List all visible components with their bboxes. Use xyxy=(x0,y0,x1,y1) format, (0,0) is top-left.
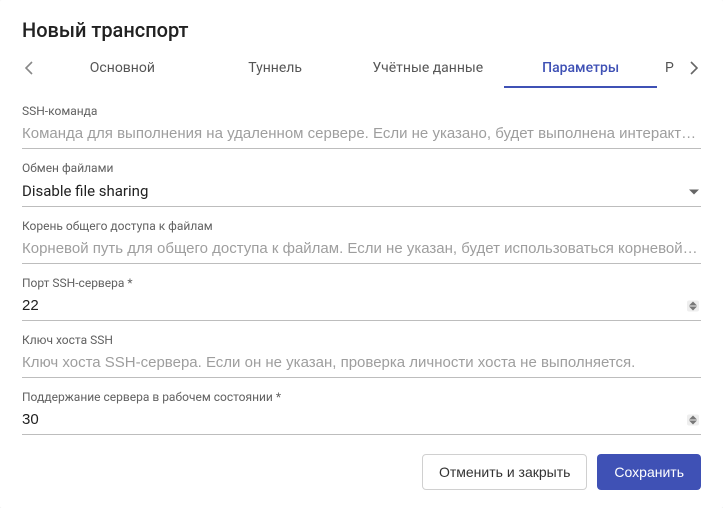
field-host-key: Ключ хоста SSH xyxy=(22,333,701,378)
input-wrap xyxy=(22,406,701,435)
field-keepalive: Поддержание сервера в рабочем состоянии … xyxy=(22,390,701,435)
label-ssh-command: SSH-команда xyxy=(22,104,701,118)
tabs-row: Основной Туннель Учётные данные Параметр… xyxy=(0,48,723,88)
input-wrap xyxy=(22,235,701,264)
form-content: SSH-команда Обмен файлами Disable file s… xyxy=(0,88,723,438)
tab-parameters[interactable]: Параметры xyxy=(504,48,657,88)
ssh-command-input[interactable] xyxy=(22,120,701,148)
file-sharing-select: Disable file sharing xyxy=(22,177,701,206)
field-ssh-command: SSH-команда xyxy=(22,104,701,149)
label-file-sharing: Обмен файлами xyxy=(22,161,701,175)
share-root-input[interactable] xyxy=(22,235,701,263)
tab-overflow[interactable]: Р xyxy=(657,48,677,88)
chevron-right-icon xyxy=(688,61,698,75)
tab-credentials[interactable]: Учётные данные xyxy=(352,48,505,88)
tabs-scroll-left[interactable] xyxy=(14,48,46,88)
label-keepalive: Поддержание сервера в рабочем состоянии … xyxy=(22,390,701,404)
label-share-root: Корень общего доступа к файлам xyxy=(22,219,701,233)
save-button[interactable]: Сохранить xyxy=(597,454,701,490)
dialog-footer: Отменить и закрыть Сохранить xyxy=(0,438,723,508)
label-host-key: Ключ хоста SSH xyxy=(22,333,701,347)
tab-main[interactable]: Основной xyxy=(46,48,199,88)
field-share-root: Корень общего доступа к файлам xyxy=(22,219,701,264)
ssh-port-input[interactable] xyxy=(22,292,701,320)
field-ssh-port: Порт SSH-сервера * xyxy=(22,276,701,321)
input-wrap xyxy=(22,349,701,378)
dialog-new-transport: Новый транспорт Основной Туннель Учётные… xyxy=(0,0,723,508)
keepalive-input[interactable] xyxy=(22,406,701,434)
tabs: Основной Туннель Учётные данные Параметр… xyxy=(46,48,677,88)
input-wrap xyxy=(22,292,701,321)
select-wrap[interactable]: Disable file sharing xyxy=(22,177,701,207)
field-file-sharing: Обмен файлами Disable file sharing xyxy=(22,161,701,207)
tab-tunnel[interactable]: Туннель xyxy=(199,48,352,88)
input-wrap xyxy=(22,120,701,149)
chevron-left-icon xyxy=(25,61,35,75)
dialog-title: Новый транспорт xyxy=(0,0,723,48)
cancel-button[interactable]: Отменить и закрыть xyxy=(422,454,587,490)
tabs-scroll-right[interactable] xyxy=(677,48,709,88)
label-ssh-port: Порт SSH-сервера * xyxy=(22,276,701,290)
host-key-input[interactable] xyxy=(22,349,701,377)
